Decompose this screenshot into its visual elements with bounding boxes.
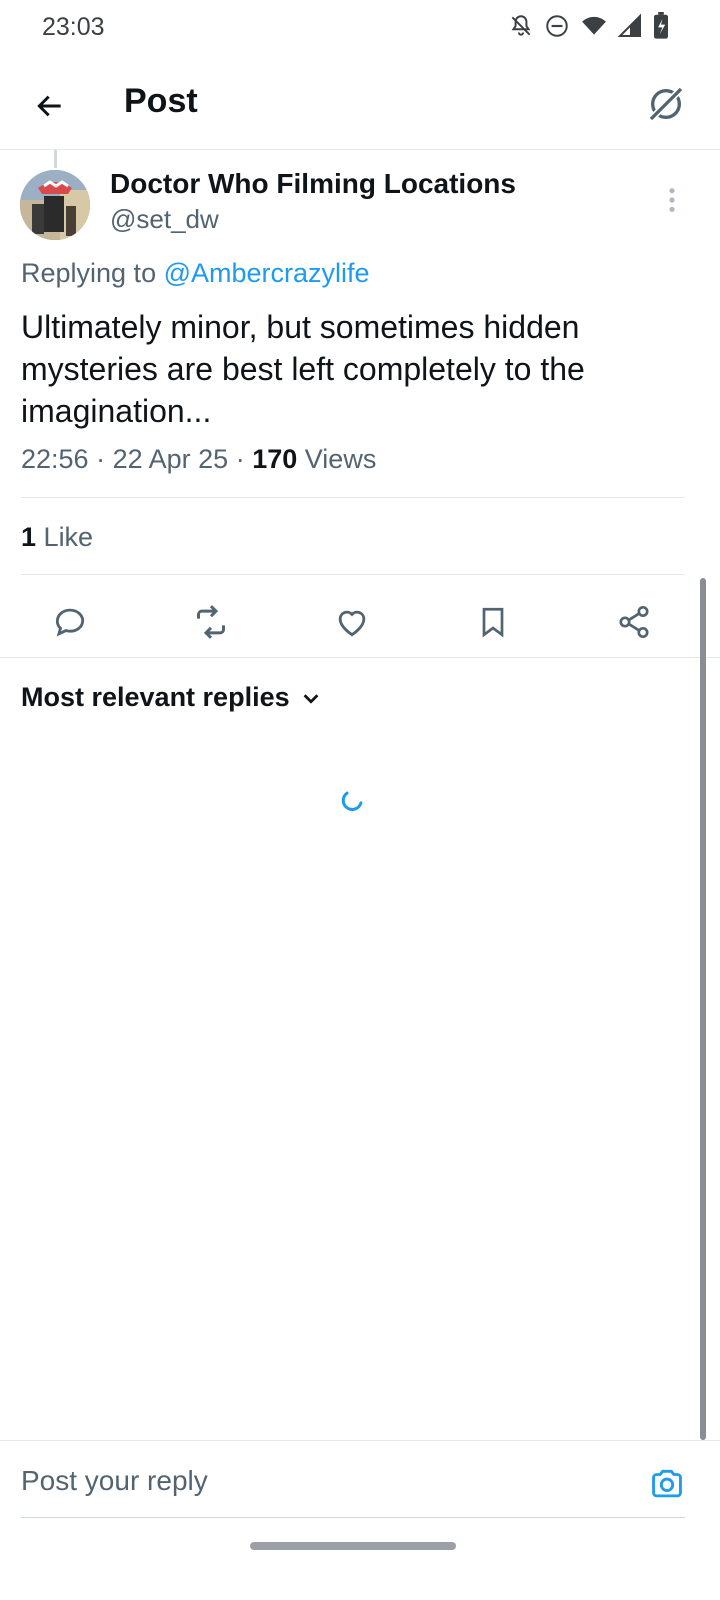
bookmark-button[interactable] xyxy=(465,594,521,650)
reply-icon xyxy=(55,608,85,637)
status-icons xyxy=(508,12,670,40)
bookmark-icon xyxy=(482,607,504,638)
replying-to: Replying to @Ambercrazylife xyxy=(21,258,370,289)
post-time: 22:56 xyxy=(21,444,89,474)
scrollbar[interactable] xyxy=(700,578,706,1440)
divider xyxy=(0,657,720,658)
divider xyxy=(21,574,685,575)
like-button[interactable] xyxy=(324,594,380,650)
arrow-left-icon xyxy=(37,95,61,117)
page-title: Post xyxy=(124,82,198,120)
bell-off-icon xyxy=(508,13,534,39)
post-date: 22 Apr 25 xyxy=(112,444,229,474)
like-icon xyxy=(338,610,366,637)
more-options-button[interactable] xyxy=(660,182,684,218)
replying-to-link[interactable]: @Ambercrazylife xyxy=(164,258,370,288)
post-text: Ultimately minor, but sometimes hidden m… xyxy=(21,309,585,429)
grok-button[interactable] xyxy=(640,78,692,130)
author-name[interactable]: Doctor Who Filming Locations xyxy=(110,168,516,200)
views-label: Views xyxy=(304,444,377,474)
more-vertical-icon xyxy=(669,188,675,212)
avatar[interactable] xyxy=(20,170,90,240)
reply-underline xyxy=(21,1517,685,1518)
likes-label: Like xyxy=(43,522,94,552)
action-bar xyxy=(0,588,705,658)
author-handle[interactable]: @set_dw xyxy=(110,204,219,235)
reply-input[interactable] xyxy=(21,1465,621,1497)
do-not-disturb-icon xyxy=(544,13,570,39)
share-button[interactable] xyxy=(606,594,662,650)
post-meta: 22:56 · 22 Apr 25 · 170 Views xyxy=(21,444,376,475)
repost-icon xyxy=(197,605,225,639)
repost-button[interactable] xyxy=(183,594,239,650)
chevron-down-icon xyxy=(303,693,318,704)
camera-icon xyxy=(652,1469,682,1498)
likes-row[interactable]: 1 Like xyxy=(21,522,93,553)
replies-sort-dropdown[interactable]: Most relevant replies xyxy=(21,682,322,713)
cell-signal-icon xyxy=(618,13,642,39)
views-count: 170 xyxy=(252,444,298,474)
app-bar: Post xyxy=(0,70,720,150)
reply-bar xyxy=(0,1440,720,1520)
home-indicator[interactable] xyxy=(250,1542,456,1550)
thread-line xyxy=(54,150,57,168)
status-bar: 23:03 xyxy=(0,0,720,56)
meta-separator: · xyxy=(96,444,113,474)
loading-spinner-icon xyxy=(341,791,363,811)
wifi-icon xyxy=(580,13,608,39)
replies-sort-label: Most relevant replies xyxy=(21,682,290,712)
replying-prefix: Replying to xyxy=(21,258,157,288)
grok-icon xyxy=(648,86,684,122)
divider xyxy=(21,497,685,498)
status-time: 23:03 xyxy=(42,13,105,41)
camera-button[interactable] xyxy=(646,1463,688,1505)
back-button[interactable] xyxy=(26,82,74,130)
likes-count: 1 xyxy=(21,522,37,552)
share-icon xyxy=(619,605,649,639)
battery-charging-icon xyxy=(652,12,670,40)
meta-separator: · xyxy=(235,444,253,474)
reply-button[interactable] xyxy=(42,594,98,650)
